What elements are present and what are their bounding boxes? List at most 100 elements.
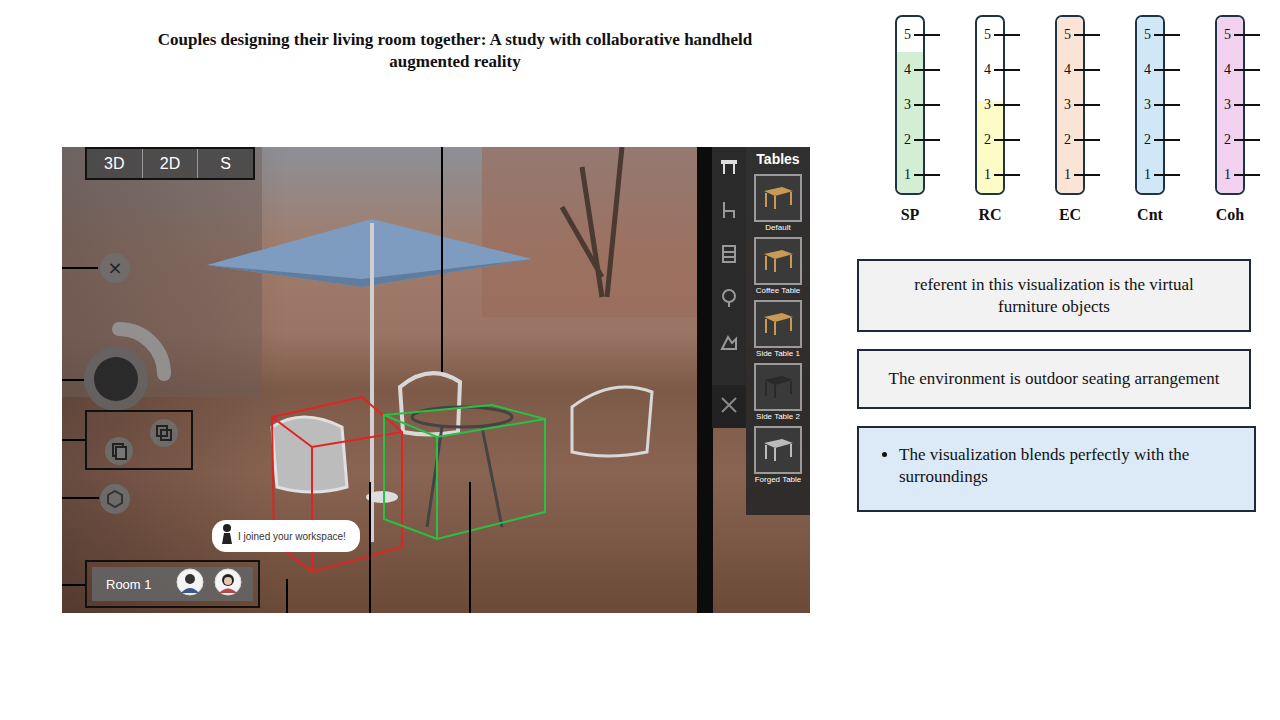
catalog-item[interactable]: Side Table 1 [754,300,802,359]
note-box: The environment is outdoor seating arran… [857,349,1251,409]
tick-mark [914,174,940,176]
item-label: Forged Table [755,474,802,485]
catalog-item[interactable]: Side Table 2 [754,363,802,422]
scale-ticks: 5 4 3 2 1 [897,17,923,193]
tick-mark [914,69,940,71]
scale-label: RC [978,205,1001,225]
scale-ticks: 54321 [1137,17,1163,193]
tick-label: 2 [1137,132,1151,148]
tick-mark [994,34,1020,36]
catalog-item[interactable]: Default [754,174,802,233]
right-column: 54321SP54321RC54321EC54321Cnt54321Cohref… [848,0,1280,720]
view-mode-switch: 3D2DS [85,147,255,180]
joystick-icon [64,319,174,423]
tick: 4 [1057,52,1083,87]
scale-label: EC [1059,205,1081,225]
user-avatar-icon [214,568,242,600]
paste-icon [104,436,134,470]
tick-mark [1074,104,1100,106]
room-panel: Room 1 [85,560,260,608]
close-button[interactable]: × [100,253,130,283]
catalog-item[interactable]: Coffee Table [754,237,802,296]
scale-track: 54321 [975,15,1005,195]
tick-mark [994,69,1020,71]
tick: 3 [897,87,923,122]
leader-lines [62,147,810,613]
tick-label: 3 [977,97,991,113]
tick: 1 [897,158,923,193]
tick-mark [914,104,940,106]
slide-title: Couples designing their living room toge… [135,29,775,147]
tick-mark [1074,34,1100,36]
bullet-list: The visualization blends perfectly with … [859,444,1240,488]
scale-track: 5 4 3 2 1 [1215,15,1245,195]
tick-label: 3 [897,97,911,113]
tick-mark [1074,174,1100,176]
notification-text: I joined your workspace! [238,531,346,542]
tick: 4 [1217,52,1243,87]
tick-label: 2 [977,132,991,148]
copy-buttons [85,410,193,470]
scale-ticks: 54321 [977,17,1003,193]
item-label: Side Table 1 [756,348,800,359]
table-icon [718,155,740,181]
item-label: Side Table 2 [756,411,800,422]
furniture-icon [760,370,796,404]
shelf-icon [718,243,740,269]
tick: 1 [1217,158,1243,193]
tick-label: 1 [897,167,911,183]
user-avatar-icon [176,568,204,600]
tick-label: 4 [1137,62,1151,78]
decor-icon [718,331,740,357]
tick-mark [1074,139,1100,141]
item-label: Coffee Table [756,285,801,296]
view-mode-button[interactable]: S [198,149,253,178]
ar-screenshot: TablesDefaultCoffee TableSide Table 1Sid… [62,147,810,613]
tools-button[interactable] [712,385,746,428]
note-box: referent in this visualization is the vi… [857,259,1251,332]
tick-mark [1154,104,1180,106]
tick-label: 3 [1057,97,1071,113]
scale-label: Coh [1216,205,1244,225]
lamp-icon [718,287,740,313]
tick-mark [994,139,1020,141]
view-mode-button[interactable]: 2D [143,149,199,178]
tick-mark [994,174,1020,176]
tick: 2 [897,123,923,158]
tick-mark [1154,34,1180,36]
tick-label: 5 [1057,27,1071,43]
view-mode-button[interactable]: 3D [87,149,143,178]
catalog-item[interactable]: Forged Table [754,426,802,485]
tick-label: 1 [1137,167,1151,183]
furniture-icon [760,244,796,278]
tick: 5 [1217,17,1243,52]
tick-mark [994,104,1020,106]
catalog-panel: TablesDefaultCoffee TableSide Table 1Sid… [746,147,810,515]
tick-label: 1 [1217,167,1231,183]
tick: 5 [897,17,923,52]
tick-label: 1 [977,167,991,183]
item-thumbnail [754,174,802,222]
item-thumbnail [754,300,802,348]
tick-mark [1234,104,1260,106]
tick-mark [1234,69,1260,71]
furniture-icon [760,307,796,341]
tick-label: 2 [1057,132,1071,148]
tick-label: 4 [1217,62,1231,78]
scale-label: Cnt [1137,205,1163,225]
tick: 2 [1137,123,1163,158]
item-thumbnail [754,426,802,474]
tick-mark [1234,34,1260,36]
tick: 2 [1217,123,1243,158]
tick-label: 3 [1137,97,1151,113]
tick: 2 [1057,123,1083,158]
tick: 5 [1057,17,1083,52]
tools-icon [718,394,740,420]
tick-label: 5 [1217,27,1231,43]
tick-mark [1154,139,1180,141]
tick: 1 [1057,158,1083,193]
tick-label: 3 [1217,97,1231,113]
copy-icon [149,418,179,452]
furniture-icon [760,433,796,467]
tick-label: 4 [897,62,911,78]
